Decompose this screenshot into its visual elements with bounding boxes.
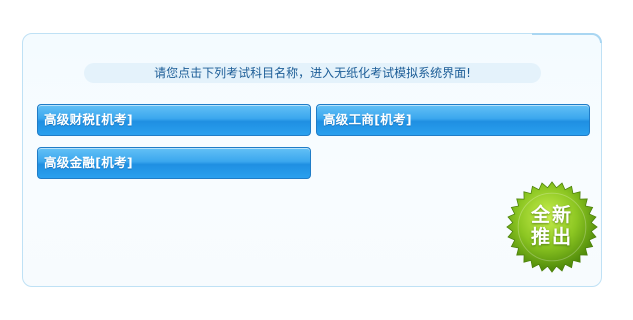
exam-button-advanced-finance-tax[interactable]: 高级财税[机考] <box>37 104 311 136</box>
exam-button-advanced-banking[interactable]: 高级金融[机考] <box>37 147 311 179</box>
badge-label: 全新 推出 <box>505 204 599 248</box>
exam-button-advanced-business[interactable]: 高级工商[机考] <box>316 104 590 136</box>
badge-line-2: 推出 <box>530 226 573 248</box>
panel-corner-accent <box>532 33 602 43</box>
badge-line-1: 全新 <box>530 204 573 226</box>
instruction-notice: 请您点击下列考试科目名称，进入无纸化考试模拟系统界面! <box>84 63 541 83</box>
